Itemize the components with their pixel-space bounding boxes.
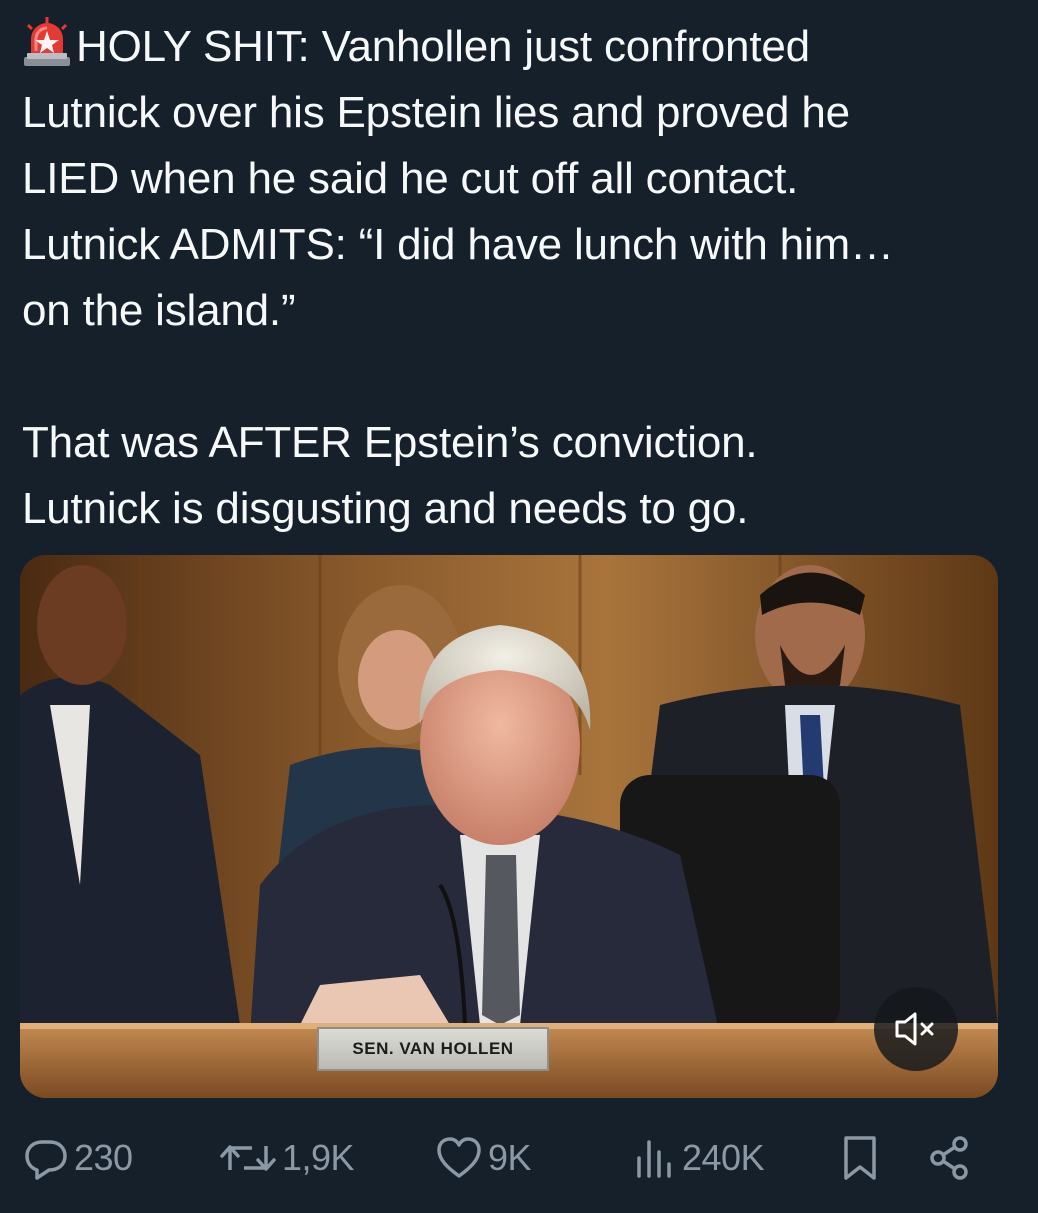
repost-icon <box>220 1145 276 1171</box>
share-icon <box>930 1136 968 1180</box>
views-chart-icon <box>637 1140 671 1178</box>
tweet-line-2: Lutnick over his Epstein lies and proved… <box>22 88 850 137</box>
views-count: 240K <box>682 1137 765 1178</box>
tweet-actions-bar: 230 1,9K 9K 240K <box>22 1130 982 1186</box>
tweet-line: HOLY SHIT: Vanhollen just confronted <box>22 14 1022 80</box>
tweet-line-5: on the island.” <box>22 286 296 335</box>
bookmark-icon <box>844 1136 876 1180</box>
video-player[interactable]: SEN. VAN HOLLEN <box>20 555 998 1098</box>
tweet-line-3: LIED when he said he cut off all contact… <box>22 154 799 203</box>
tweet-line-4: Lutnick ADMITS: “I did have lunch with h… <box>22 220 894 269</box>
like-count: 9K <box>488 1137 532 1178</box>
reply-count: 230 <box>74 1137 133 1178</box>
share-button[interactable] <box>926 1130 972 1186</box>
mute-toggle-button[interactable] <box>874 987 958 1071</box>
heart-icon <box>437 1137 481 1178</box>
siren-emoji-icon <box>24 17 70 66</box>
tweet-line-1: HOLY SHIT: Vanhollen just confronted <box>76 22 810 71</box>
repost-count: 1,9K <box>282 1137 355 1178</box>
tweet-line-6: That was AFTER Epstein’s conviction. <box>22 418 758 467</box>
video-frame <box>20 555 998 1098</box>
speaker-muted-icon <box>895 1012 934 1046</box>
reply-icon <box>25 1140 67 1180</box>
reply-button[interactable]: 230 <box>22 1130 133 1186</box>
bookmark-button[interactable] <box>838 1130 882 1186</box>
tweet-text: HOLY SHIT: Vanhollen just confronted Lut… <box>22 14 1022 542</box>
tweet-line-7: Lutnick is disgusting and needs to go. <box>22 484 749 533</box>
views-button[interactable]: 240K <box>632 1130 765 1186</box>
repost-button[interactable]: 1,9K <box>218 1130 355 1186</box>
senator-nameplate: SEN. VAN HOLLEN <box>317 1027 549 1071</box>
like-button[interactable]: 9K <box>434 1130 532 1186</box>
